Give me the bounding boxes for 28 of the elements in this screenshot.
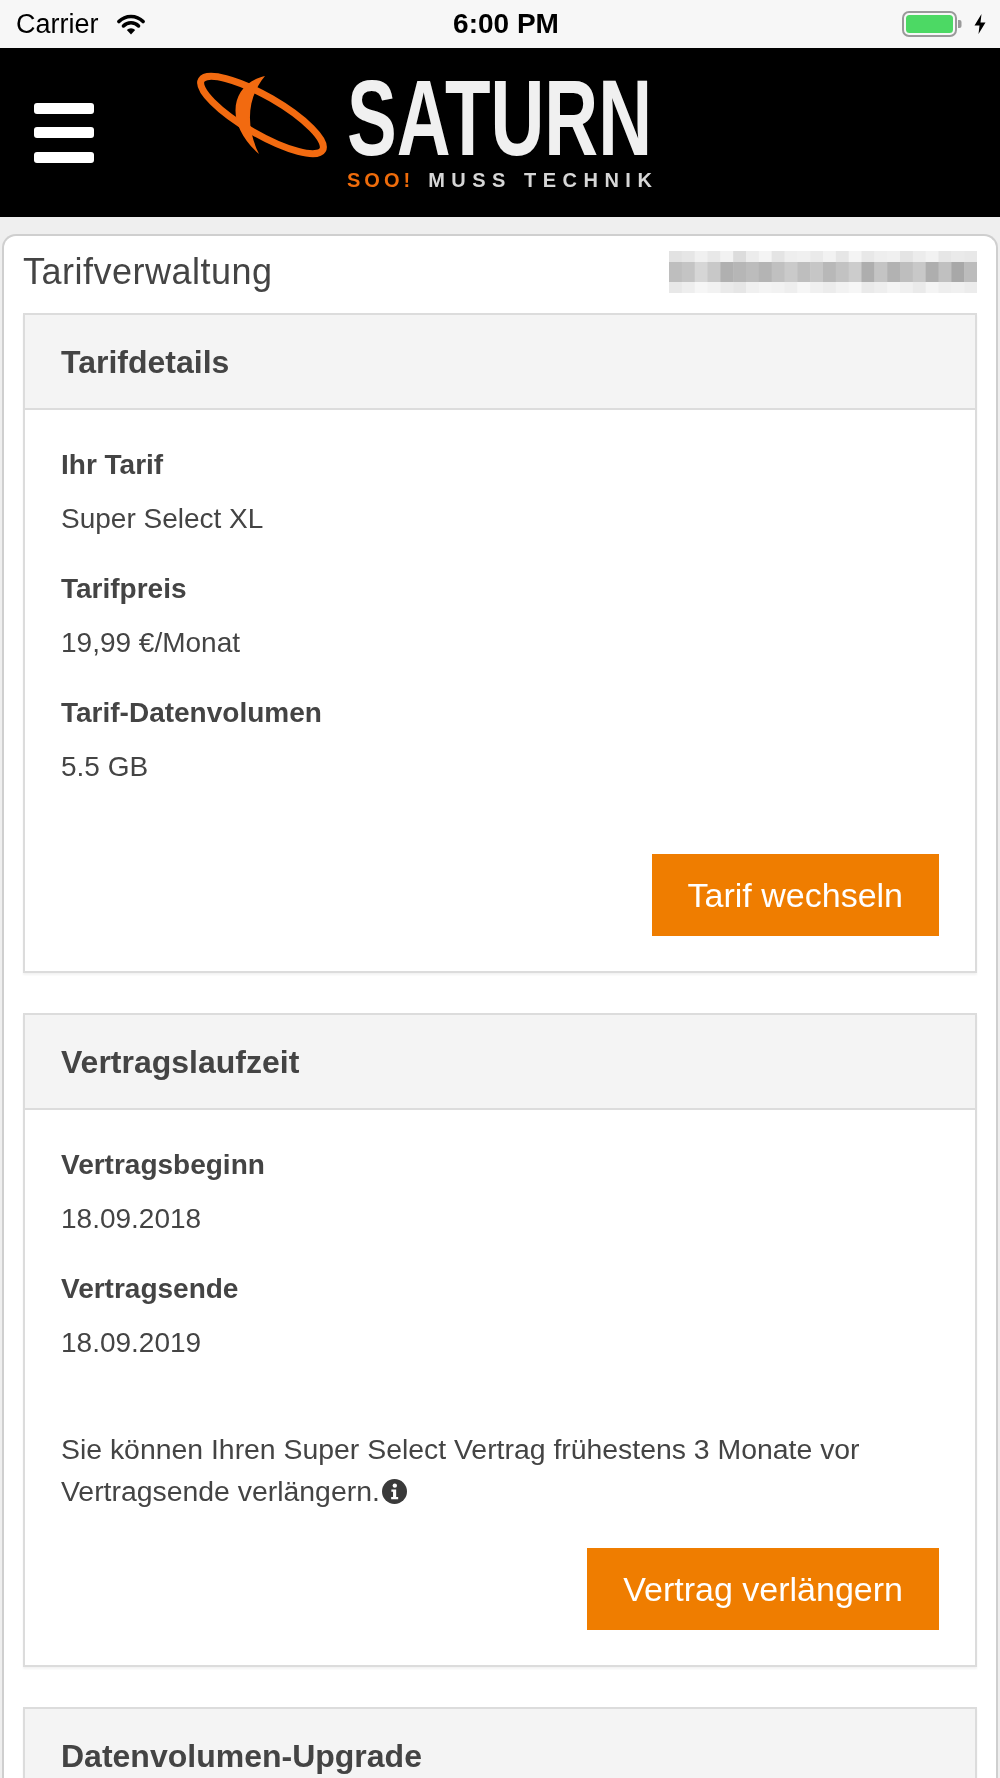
field-value: 5.5 GB: [61, 750, 149, 784]
field-label: Ihr Tarif: [61, 448, 164, 482]
wifi-icon: [116, 13, 145, 35]
info-icon[interactable]: [381, 1479, 407, 1504]
action-button[interactable]: Tarif wechseln: [651, 854, 939, 936]
info-note: Sie können Ihren Super Select Vertrag frühestens 3 Monate vor Vertragsende verlängern.: [61, 1432, 861, 1509]
field-label: Vertragsende: [61, 1272, 239, 1306]
action-button[interactable]: Vertrag verlängern: [587, 1548, 939, 1630]
field-value: 18.09.2018: [61, 1202, 202, 1236]
panel-title: Datenvolumen-Upgrade: [61, 1738, 422, 1773]
field-label: Vertragsbeginn: [61, 1148, 265, 1182]
panel-title: Tarifdetails: [61, 344, 230, 379]
panel-title: Vertragslaufzeit: [61, 1044, 300, 1079]
field-value: 18.09.2019: [61, 1326, 202, 1360]
menu-icon: [34, 102, 94, 163]
clock-time: 6:00 PM: [453, 8, 559, 40]
page-title: Tarifverwaltung: [23, 252, 273, 292]
field-value: 19,99 €/Monat: [61, 626, 241, 660]
logo-wordmark: SATURN: [347, 76, 653, 160]
field-label: Tarif-Datenvolumen: [61, 696, 322, 730]
logo-slogan-accent: SOO!: [347, 170, 415, 190]
battery-icon: [902, 11, 962, 37]
carrier-label: Carrier: [16, 8, 99, 40]
logo-slogan: MUSS TECHNIK: [428, 170, 659, 190]
menu-button[interactable]: [34, 102, 94, 163]
field-label: Tarifpreis: [61, 572, 187, 606]
field-value: Super Select XL: [61, 502, 264, 536]
charging-bolt-icon: [974, 14, 986, 34]
